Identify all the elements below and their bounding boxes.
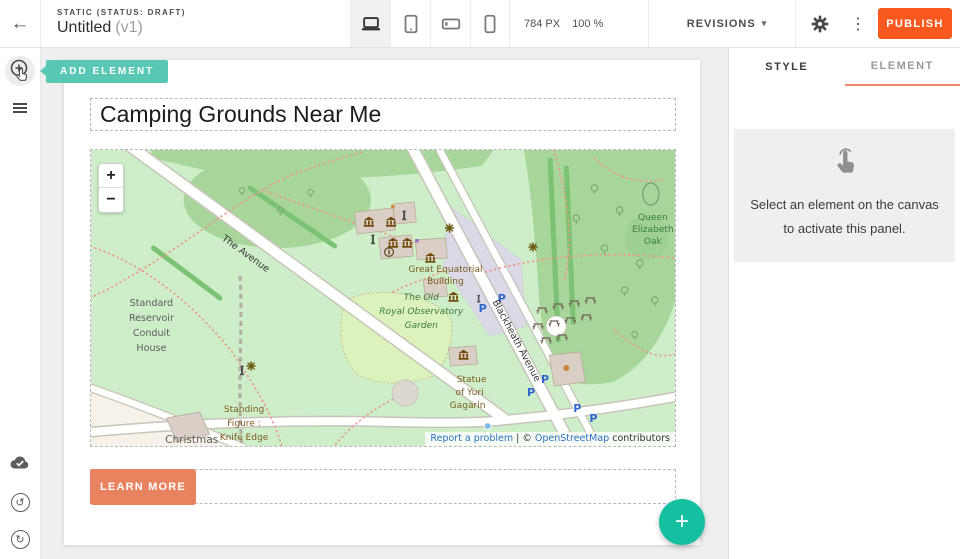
viewport-size-readout: 784 PX 100 % <box>524 0 603 47</box>
more-options-button[interactable]: ⋮ <box>845 0 871 47</box>
cursor-hand-icon <box>17 69 27 81</box>
redo-button[interactable]: ↻ <box>5 524 35 554</box>
phone-portrait-icon <box>479 13 501 35</box>
caret-down-icon: ▾ <box>762 18 768 29</box>
revisions-dropdown[interactable]: REVISIONS ▾ <box>662 0 792 47</box>
toolbar-divider <box>648 0 649 47</box>
phone-landscape-icon <box>440 13 462 35</box>
device-phone-landscape-button[interactable] <box>430 0 470 47</box>
add-section-fab[interactable]: + <box>659 499 705 545</box>
svg-text:Figure :: Figure : <box>227 419 261 429</box>
page-title-block: STATIC (STATUS: DRAFT) Untitled(v1) <box>57 8 186 37</box>
back-arrow-icon: ← <box>11 13 30 35</box>
kebab-icon: ⋮ <box>850 14 866 34</box>
svg-text:Gagarin: Gagarin <box>450 401 486 411</box>
button-row-element[interactable]: LEARN MORE <box>90 469 676 504</box>
svg-text:Queen: Queen <box>638 213 668 223</box>
map-zoom-out-button[interactable]: − <box>99 188 123 212</box>
svg-text:Royal Observatory: Royal Observatory <box>379 307 464 317</box>
svg-text:Building: Building <box>427 277 464 287</box>
svg-text:Elizabeth: Elizabeth <box>632 225 674 235</box>
svg-text:Great Equatorial: Great Equatorial <box>408 265 482 275</box>
page-title: Untitled(v1) <box>57 19 186 37</box>
top-toolbar: ← STATIC (STATUS: DRAFT) Untitled(v1) <box>0 0 960 48</box>
tap-icon <box>746 146 943 183</box>
svg-text:Standard: Standard <box>130 298 173 309</box>
save-status-indicator <box>5 448 35 478</box>
map-label-christmas: Christmas <box>165 434 218 446</box>
right-inspector-panel: STYLE ELEMENT Select an element on the c… <box>728 48 960 559</box>
svg-text:Conduit: Conduit <box>133 328 170 339</box>
svg-text:Oak: Oak <box>644 237 663 247</box>
tab-element[interactable]: ELEMENT <box>845 48 960 86</box>
map-zoom-in-button[interactable]: + <box>99 164 123 188</box>
zoom-level-value: 100 % <box>572 18 603 30</box>
device-preview-switcher <box>350 0 510 47</box>
svg-text:House: House <box>136 343 166 354</box>
svg-text:P: P <box>541 373 549 386</box>
undo-icon: ↺ <box>11 493 30 512</box>
menu-lines-icon <box>13 101 27 115</box>
device-desktop-button[interactable] <box>350 0 390 47</box>
tab-style[interactable]: STYLE <box>729 48 845 86</box>
sections-menu-button[interactable] <box>5 93 35 123</box>
editor-workspace: Camping Grounds Near Me <box>41 48 728 559</box>
tablet-icon <box>400 13 422 35</box>
learn-more-button[interactable]: LEARN MORE <box>90 469 196 505</box>
map-attribution: Report a problem | © OpenStreetMap contr… <box>425 432 675 446</box>
publish-button[interactable]: PUBLISH <box>878 8 952 39</box>
svg-text:Knife Edge: Knife Edge <box>220 433 269 443</box>
svg-text:P: P <box>589 412 597 425</box>
svg-text:P: P <box>573 402 581 415</box>
gear-icon <box>810 14 830 34</box>
svg-text:P: P <box>479 302 487 315</box>
settings-button[interactable] <box>803 0 837 47</box>
cloud-saved-icon <box>8 451 32 475</box>
heading-element[interactable]: Camping Grounds Near Me <box>90 98 676 131</box>
add-element-button[interactable] <box>5 56 35 86</box>
device-tablet-button[interactable] <box>390 0 430 47</box>
laptop-icon <box>360 13 382 35</box>
undo-button[interactable]: ↺ <box>5 487 35 517</box>
svg-text:The Old: The Old <box>404 293 439 303</box>
openstreetmap-image: P P P P P P The Avenue Blackheath Avenue… <box>91 150 675 447</box>
inspector-tabs: STYLE ELEMENT <box>729 48 960 86</box>
add-element-tooltip: ADD ELEMENT <box>46 60 168 83</box>
svg-text:of Yuri: of Yuri <box>456 388 484 398</box>
svg-text:Garden: Garden <box>405 321 439 331</box>
toolbar-divider <box>795 0 796 47</box>
status-label: STATIC (STATUS: DRAFT) <box>57 8 186 17</box>
panel-placeholder: Select an element on the canvas to activ… <box>734 129 955 262</box>
page-canvas[interactable]: Camping Grounds Near Me <box>64 60 700 545</box>
svg-text:P: P <box>527 386 535 399</box>
openstreetmap-link[interactable]: OpenStreetMap <box>535 433 609 444</box>
report-problem-link[interactable]: Report a problem <box>430 433 513 444</box>
viewport-width-value: 784 PX <box>524 18 560 30</box>
back-button[interactable]: ← <box>0 0 41 47</box>
svg-text:Standing: Standing <box>224 405 264 415</box>
version-label: (v1) <box>115 19 143 36</box>
map-zoom-control: + − <box>98 163 124 213</box>
device-phone-button[interactable] <box>470 0 510 47</box>
map-element[interactable]: P P P P P P The Avenue Blackheath Avenue… <box>90 149 676 447</box>
svg-text:Reservoir: Reservoir <box>129 313 174 324</box>
svg-text:Statue: Statue <box>457 375 487 385</box>
left-sidebar: ↺ ↻ <box>0 48 41 559</box>
redo-icon: ↻ <box>11 530 30 549</box>
